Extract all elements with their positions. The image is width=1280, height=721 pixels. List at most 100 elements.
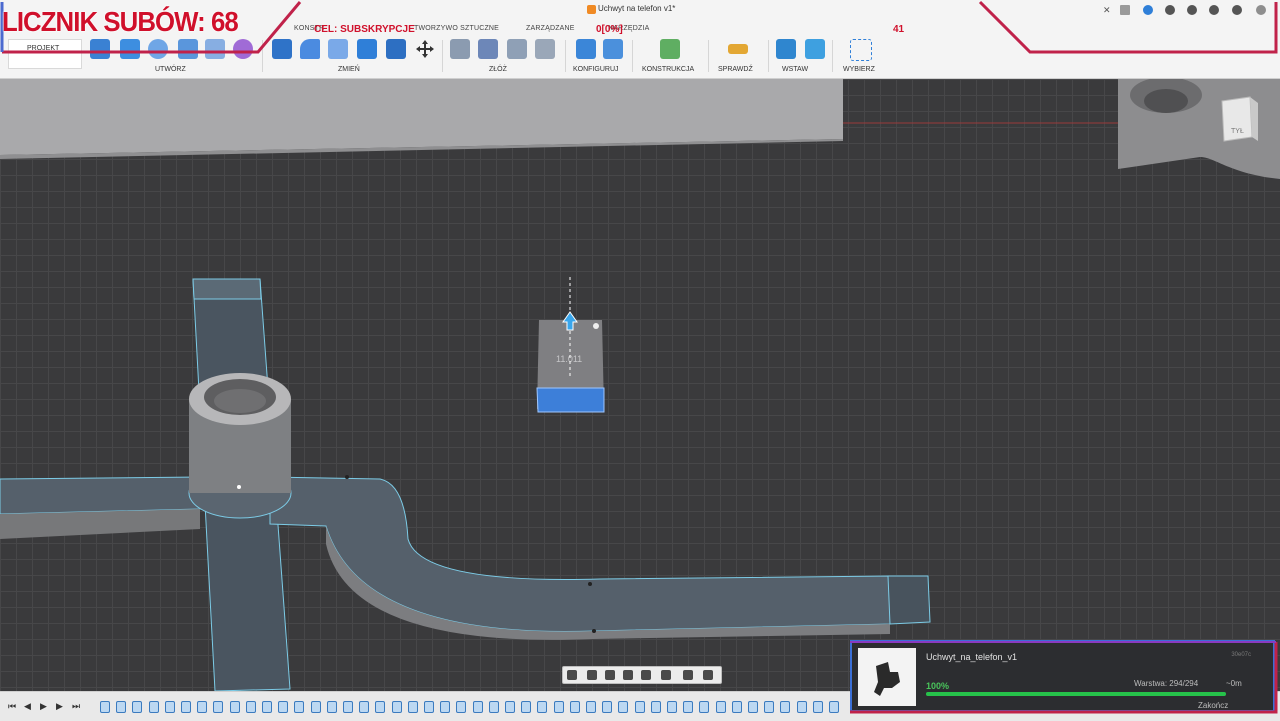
help-icon[interactable] (1232, 5, 1242, 15)
form-icon[interactable] (233, 39, 253, 59)
zoom-icon[interactable] (623, 670, 633, 680)
workspace-switcher[interactable]: PROJEKT (8, 39, 82, 69)
joint-origin-icon[interactable] (507, 39, 527, 59)
timeline-feature[interactable] (164, 701, 175, 713)
play-icon[interactable]: ▶ (40, 701, 47, 712)
rewind-icon[interactable]: ⏮ (8, 701, 16, 712)
configure-table-icon[interactable] (603, 39, 623, 59)
timeline-feature[interactable] (229, 701, 240, 713)
user-avatar-icon[interactable] (1256, 5, 1266, 15)
timeline-feature[interactable] (245, 701, 256, 713)
look-at-icon[interactable] (587, 670, 597, 680)
rigid-group-icon[interactable] (535, 39, 555, 59)
pattern-icon[interactable] (205, 39, 225, 59)
timeline-feature[interactable] (683, 701, 694, 713)
group-inspect[interactable]: SPRAWDŹ (718, 66, 753, 73)
joint-icon[interactable] (450, 39, 470, 59)
timeline-feature[interactable] (391, 701, 402, 713)
timeline-feature[interactable] (375, 701, 386, 713)
timeline-feature[interactable] (440, 701, 451, 713)
timeline-feature[interactable] (278, 701, 289, 713)
close-icon[interactable]: ✕ (1103, 5, 1113, 15)
timeline-feature[interactable] (100, 701, 110, 713)
timeline-feature[interactable] (213, 701, 224, 713)
timeline-feature[interactable] (537, 701, 548, 713)
viewports-icon[interactable] (703, 670, 713, 680)
extrude-icon[interactable] (120, 39, 140, 59)
timeline-feature[interactable] (748, 701, 758, 713)
timeline-feature[interactable] (132, 701, 143, 713)
timeline-feature[interactable] (310, 701, 321, 713)
timeline-feature[interactable] (407, 701, 418, 713)
insert-derive-icon[interactable] (776, 39, 796, 59)
tab-tworzywo[interactable]: TWORZYWO SZTUCZNE (414, 25, 499, 32)
timeline-feature[interactable] (343, 701, 353, 713)
timeline-feature[interactable] (715, 701, 726, 713)
timeline-feature[interactable] (667, 701, 677, 713)
step-forward-icon[interactable]: ▶ (56, 701, 63, 712)
group-configure[interactable]: KONFIGURUJ (573, 66, 619, 73)
timeline-feature[interactable] (569, 701, 580, 713)
timeline-feature[interactable] (731, 701, 742, 713)
measure-icon[interactable] (728, 44, 748, 54)
timeline-feature[interactable] (359, 701, 370, 713)
timeline-feature[interactable] (829, 701, 839, 713)
as-built-joint-icon[interactable] (478, 39, 498, 59)
group-create[interactable]: UTWÓRZ (155, 66, 186, 73)
timeline-feature[interactable] (472, 701, 483, 713)
viewcube[interactable]: TYŁ (1221, 96, 1258, 142)
extension-icon[interactable] (1143, 5, 1153, 15)
insert-image-icon[interactable] (805, 39, 825, 59)
timeline-feature[interactable] (764, 701, 775, 713)
timeline-feature[interactable] (262, 701, 272, 713)
timeline-feature[interactable] (521, 701, 532, 713)
orbit-icon[interactable] (567, 670, 577, 680)
timeline-feature[interactable] (618, 701, 629, 713)
timeline-feature[interactable] (294, 701, 305, 713)
timeline-feature[interactable] (780, 701, 791, 713)
revolve-icon[interactable] (148, 39, 168, 59)
shell-icon[interactable] (328, 39, 348, 59)
timeline-feature[interactable] (650, 701, 661, 713)
selected-face[interactable] (536, 387, 605, 413)
timeline-feature[interactable] (699, 701, 710, 713)
offset-plane-icon[interactable] (660, 39, 680, 59)
job-status-icon[interactable] (1165, 5, 1175, 15)
timeline-feature[interactable] (488, 701, 499, 713)
combine-icon[interactable] (357, 39, 377, 59)
notifications-icon[interactable] (1209, 5, 1219, 15)
timeline-feature[interactable] (812, 701, 823, 713)
timeline-feature[interactable] (602, 701, 613, 713)
zoom-window-icon[interactable] (641, 670, 651, 680)
press-pull-icon[interactable] (272, 39, 292, 59)
timeline-feature[interactable] (181, 701, 191, 713)
timeline-feature[interactable] (326, 701, 337, 713)
3d-viewport[interactable]: TYŁ 11.011 (0, 79, 1280, 691)
display-settings-icon[interactable] (661, 670, 671, 680)
timeline-feature[interactable] (553, 701, 564, 713)
pan-icon[interactable] (605, 670, 615, 680)
group-assemble[interactable]: ZŁÓŻ (489, 66, 507, 73)
fillet-icon[interactable] (300, 39, 320, 59)
grid-icon[interactable] (683, 670, 693, 680)
end-icon[interactable]: ⏭ (72, 701, 80, 712)
timeline-feature[interactable] (796, 701, 807, 713)
print-status[interactable]: Zakończ (1198, 701, 1228, 710)
timeline-feature[interactable] (586, 701, 596, 713)
timeline-feature[interactable] (197, 701, 208, 713)
step-back-icon[interactable]: ◀ (24, 701, 31, 712)
parameters-icon[interactable] (576, 39, 596, 59)
tab-zarzadzane[interactable]: ZARZĄDZANE (526, 25, 575, 32)
timeline-feature[interactable] (116, 701, 127, 713)
group-select[interactable]: WYBIERZ (843, 66, 875, 73)
new-sketch-icon[interactable] (90, 39, 110, 59)
split-icon[interactable] (386, 39, 406, 59)
plus-icon[interactable] (1120, 5, 1130, 15)
timeline-feature[interactable] (424, 701, 434, 713)
group-modify[interactable]: ZMIEŃ (338, 66, 360, 73)
timeline-feature[interactable] (148, 701, 159, 713)
timeline-feature[interactable] (634, 701, 645, 713)
group-insert[interactable]: WSTAW (782, 66, 808, 73)
sweep-icon[interactable] (178, 39, 198, 59)
move-icon[interactable] (415, 39, 435, 59)
